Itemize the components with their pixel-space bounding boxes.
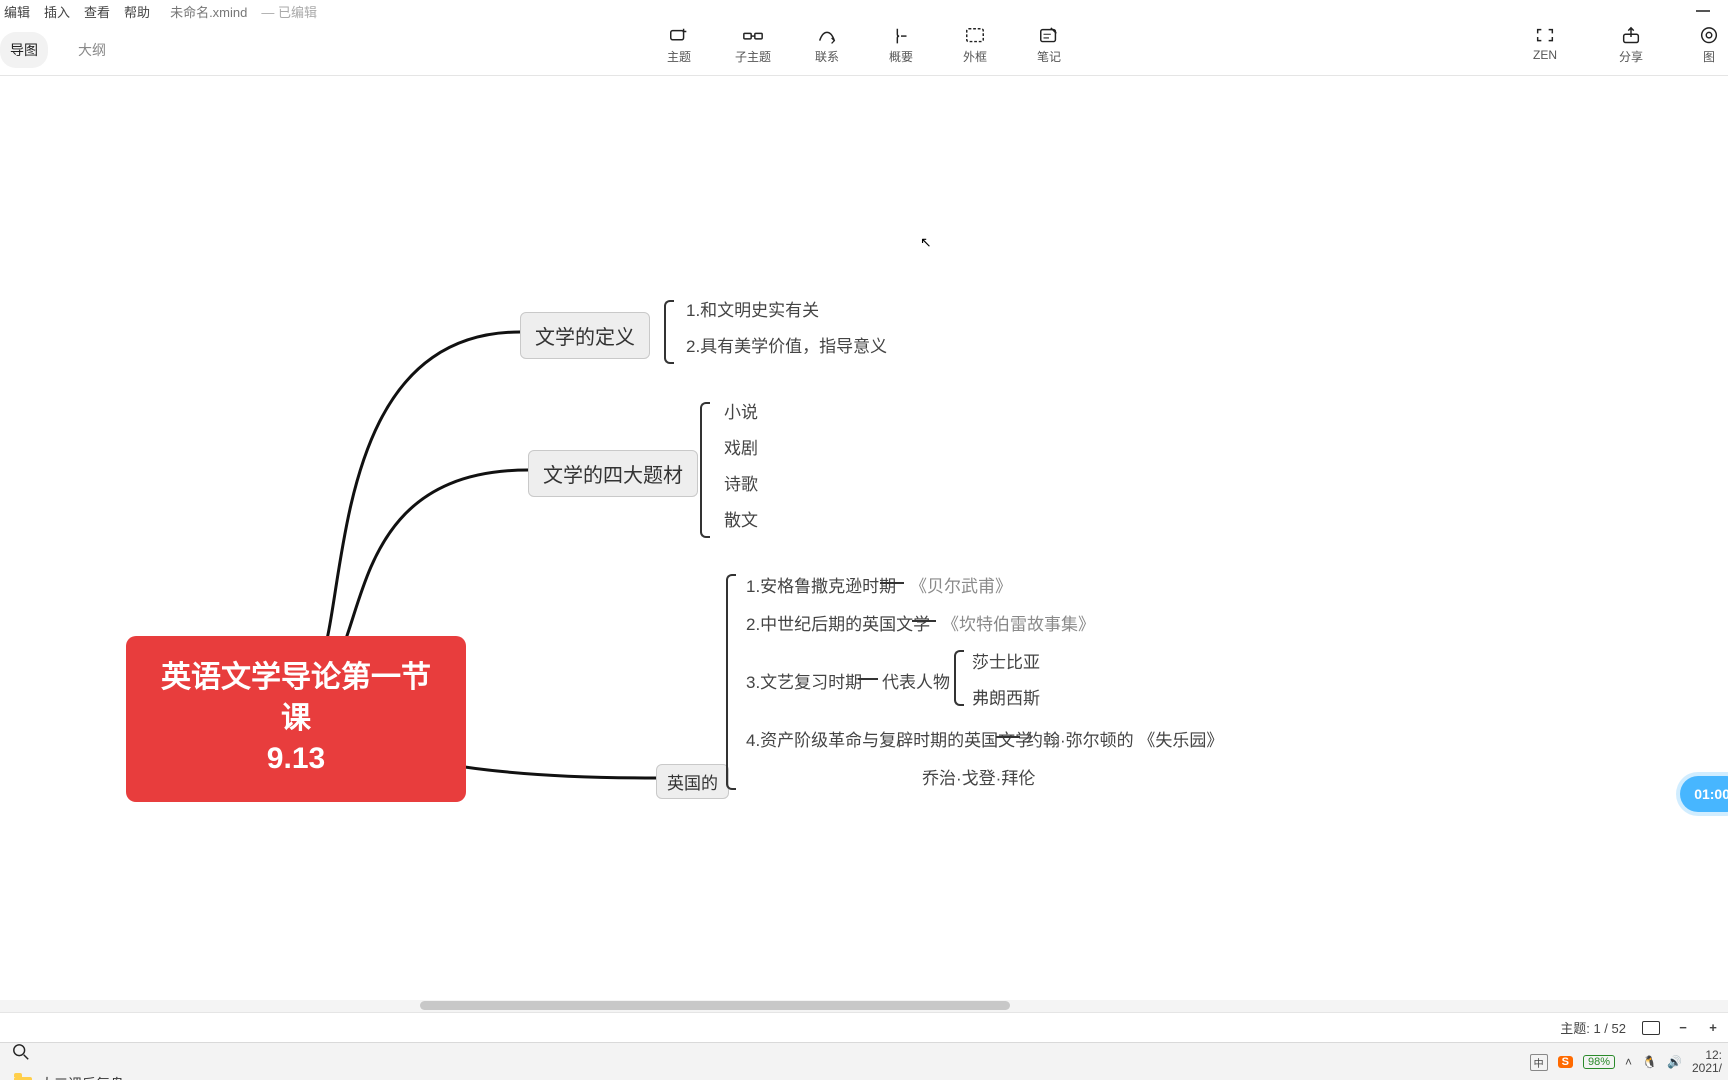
toolbar-summary-label: 概要 — [889, 48, 913, 65]
toolbar-subtopic-label: 子主题 — [735, 48, 771, 65]
bracket-icon — [954, 650, 964, 706]
menu-view[interactable]: 查看 — [84, 2, 110, 21]
mindmap-canvas[interactable]: 英语文学导论第一节课 9.13 文学的定义 1.和文明史实有关 2.具有美学价值… — [0, 76, 1728, 1000]
battery-indicator[interactable]: 98% — [1583, 1055, 1615, 1069]
leaf-work-1[interactable]: 《贝尔武甫》 — [910, 572, 1012, 597]
toolbar-share-button[interactable]: 分享 — [1608, 26, 1654, 65]
relationship-icon — [816, 26, 838, 44]
menu-help[interactable]: 帮助 — [124, 2, 150, 21]
toolbar-note-label: 笔记 — [1037, 48, 1061, 65]
menu-edit[interactable]: 编辑 — [4, 2, 30, 21]
bracket-icon — [664, 300, 674, 364]
windows-taskbar: 大三课后复盘 X 未命名 中 S 98% ˄ 🐧 🔊 12: 2021/ — [0, 1042, 1728, 1080]
subtopic-icon — [742, 26, 764, 44]
leaf-def-1[interactable]: 1.和文明史实有关 — [686, 296, 819, 321]
qq-icon[interactable]: 🐧 — [1642, 1055, 1657, 1069]
toolbar-zen-label: ZEN — [1533, 48, 1557, 62]
horizontal-scrollbar[interactable] — [0, 1000, 1728, 1012]
sogou-icon[interactable]: S — [1558, 1056, 1573, 1068]
toolbar-note-button[interactable]: 笔记 — [1026, 26, 1072, 65]
root-line2: 9.13 — [152, 739, 440, 780]
zoom-in-button[interactable]: + — [1706, 1020, 1720, 1035]
toolbar-subtopic-button[interactable]: 子主题 — [730, 26, 776, 65]
toolbar-topic-label: 主题 — [667, 48, 691, 65]
zen-icon — [1534, 26, 1556, 44]
toolbar-share-label: 分享 — [1619, 48, 1643, 65]
tab-outline[interactable]: 大纲 — [68, 32, 116, 68]
toolbar-row: 导图 大纲 主题 子主题 联系 概要 外框 — [0, 22, 1728, 76]
tab-mindmap[interactable]: 导图 — [0, 32, 48, 68]
leaf-genre-3[interactable]: 诗歌 — [724, 470, 758, 495]
leaf-period-4[interactable]: 4.资产阶级革命与复辟时期的英国文学 — [746, 726, 1032, 751]
toolbar-summary-button[interactable]: 概要 — [878, 26, 924, 65]
window-minimize-button[interactable] — [1696, 10, 1710, 12]
status-topic-count: 主题: 1 / 52 — [1560, 1018, 1626, 1037]
folder-icon — [14, 1077, 32, 1080]
document-edited-indicator: — 已编辑 — [261, 2, 317, 21]
summary-icon — [890, 26, 912, 44]
leaf-genre-2[interactable]: 戏剧 — [724, 434, 758, 459]
node-british[interactable]: 英国的 — [656, 764, 729, 799]
toolbar-relationship-label: 联系 — [815, 48, 839, 65]
toolbar-zen-button[interactable]: ZEN — [1522, 26, 1568, 62]
format-icon — [1698, 26, 1720, 44]
connectors — [0, 76, 1728, 1000]
menu-insert[interactable]: 插入 — [44, 2, 70, 21]
leaf-author-2[interactable]: 弗朗西斯 — [972, 684, 1040, 709]
volume-icon[interactable]: 🔊 — [1667, 1055, 1682, 1069]
toolbar-boundary-label: 外框 — [963, 48, 987, 65]
toolbar-topic-button[interactable]: 主题 — [656, 26, 702, 65]
connector-line — [880, 582, 904, 584]
bracket-icon — [700, 402, 710, 538]
toolbar-format-button[interactable]: 图 — [1694, 26, 1724, 65]
search-icon[interactable] — [12, 1043, 30, 1061]
taskbar-item-label: 大三课后复盘 — [40, 1074, 124, 1080]
zoom-out-button[interactable]: − — [1676, 1020, 1690, 1035]
connector-line — [858, 678, 878, 680]
cursor-icon: ↖ — [920, 234, 932, 251]
toolbar-format-label: 图 — [1703, 48, 1715, 65]
leaf-period-3[interactable]: 3.文艺复习时期 — [746, 668, 862, 693]
topic-icon — [668, 26, 690, 44]
bracket-icon — [726, 574, 736, 790]
taskbar-item-folder[interactable]: 大三课后复盘 — [0, 1066, 1728, 1080]
boundary-icon — [964, 26, 986, 44]
leaf-author-byron[interactable]: 乔治·戈登·拜伦 — [922, 764, 1035, 789]
menu-bar: 编辑 插入 查看 帮助 未命名.xmind — 已编辑 — [0, 0, 1728, 22]
tray-date[interactable]: 2021/ — [1692, 1062, 1722, 1075]
leaf-genre-4[interactable]: 散文 — [724, 506, 758, 531]
leaf-def-2[interactable]: 2.具有美学价值，指导意义 — [686, 332, 887, 357]
system-tray: 中 S 98% ˄ 🐧 🔊 12: 2021/ — [1530, 1043, 1722, 1080]
connector-line — [912, 620, 936, 622]
leaf-period-1[interactable]: 1.安格鲁撒克逊时期 — [746, 572, 896, 597]
leaf-author-1[interactable]: 莎士比亚 — [972, 648, 1040, 673]
leaf-genre-1[interactable]: 小说 — [724, 398, 758, 423]
toolbar-boundary-button[interactable]: 外框 — [952, 26, 998, 65]
recording-timer[interactable]: 01:00 — [1680, 776, 1728, 812]
document-filename: 未命名.xmind — [170, 2, 247, 21]
leaf-work-4[interactable]: 约翰·弥尔顿的 《失乐园》 — [1026, 726, 1223, 751]
leaf-period-2[interactable]: 2.中世纪后期的英国文学 — [746, 610, 930, 635]
toolbar-relationship-button[interactable]: 联系 — [804, 26, 850, 65]
ime-indicator[interactable]: 中 — [1530, 1054, 1548, 1071]
minimap-button[interactable] — [1642, 1021, 1660, 1035]
share-icon — [1620, 26, 1642, 44]
root-node[interactable]: 英语文学导论第一节课 9.13 — [126, 636, 466, 802]
note-icon — [1038, 26, 1060, 44]
leaf-representative[interactable]: 代表人物 — [882, 668, 950, 693]
connector-line — [996, 736, 1020, 738]
chevron-up-icon[interactable]: ˄ — [1625, 1055, 1632, 1069]
node-genres[interactable]: 文学的四大题材 — [528, 450, 698, 497]
scrollbar-thumb[interactable] — [420, 1001, 1010, 1010]
leaf-work-2[interactable]: 《坎特伯雷故事集》 — [942, 610, 1095, 635]
root-line1: 英语文学导论第一节课 — [152, 658, 440, 739]
node-definition[interactable]: 文学的定义 — [520, 312, 650, 359]
status-bar: 主题: 1 / 52 − + — [0, 1012, 1728, 1042]
